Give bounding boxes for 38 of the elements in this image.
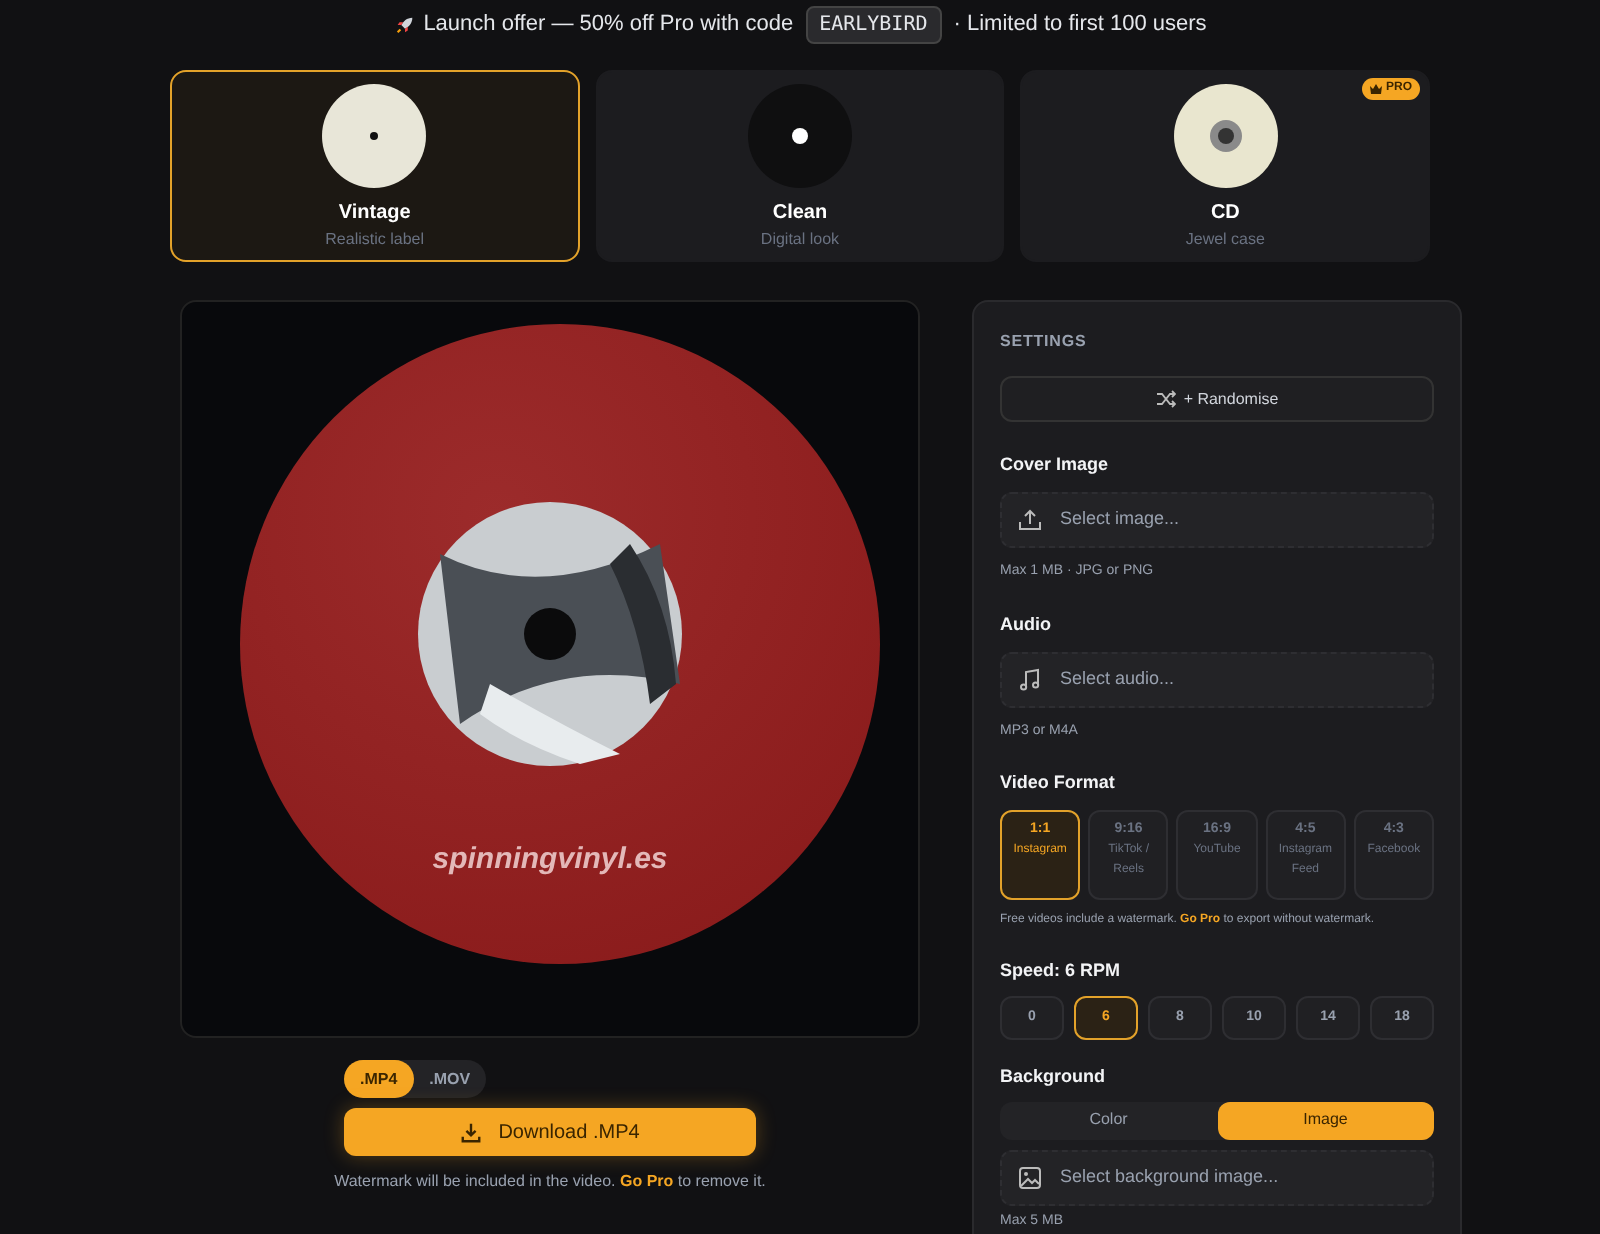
cd-icon: [1173, 84, 1278, 188]
format-toggle[interactable]: .MOV: [413, 1060, 487, 1098]
background-tab[interactable]: Color: [1000, 1101, 1217, 1139]
audio-field[interactable]: Select audio...: [1000, 651, 1434, 707]
go-pro-link[interactable]: Go Pro: [619, 1172, 674, 1190]
watermark-note: Watermark will be included in the video. Go Pro to remove it.: [334, 1170, 766, 1194]
download-button[interactable]: Download .MP4: [344, 1108, 756, 1156]
style-card[interactable]: Vintage Realistic label: [170, 70, 580, 262]
cover-image-field[interactable]: Select image...: [1000, 491, 1434, 547]
style-title: Vintage: [338, 204, 411, 224]
rocket-icon: [393, 14, 416, 36]
style-subtitle: Digital look: [760, 232, 840, 248]
banner-text: Launch offer — 50% off Pro with code: [423, 10, 794, 41]
section-label: Cover Image: [1000, 452, 1111, 478]
style-title: CD: [1210, 204, 1240, 224]
section-label: Speed: 6 RPM: [1000, 957, 1123, 984]
disc-icon: [322, 84, 427, 188]
background-tab[interactable]: Image: [1217, 1101, 1434, 1139]
format-toggle[interactable]: .MP4: [344, 1060, 414, 1098]
background-image-field[interactable]: Select background image...: [1000, 1149, 1434, 1205]
randomise-button[interactable]: + Randomise: [1000, 376, 1434, 422]
style-card[interactable]: Clean Digital look: [595, 70, 1005, 262]
download-icon: [460, 1121, 483, 1143]
style-subtitle: Jewel case: [1185, 232, 1265, 248]
promo-code: EARLYBIRD: [805, 6, 942, 44]
music-note-icon: [1018, 667, 1042, 691]
upload-icon: [1018, 507, 1042, 531]
banner-text: · Limited to first 100 users: [953, 10, 1207, 41]
section-label: Background: [1000, 1064, 1108, 1090]
style-subtitle: Realistic label: [325, 232, 424, 248]
section-label: Audio: [1000, 612, 1053, 638]
section-label: Video Format: [1000, 770, 1117, 796]
image-icon: [1018, 1165, 1042, 1189]
disc-icon: [747, 84, 852, 188]
watermark-text: spinningvinyl.es: [430, 840, 670, 880]
style-title: Clean: [772, 204, 828, 224]
settings-heading: SETTINGS: [1000, 330, 1089, 354]
shuffle-icon: [1155, 390, 1176, 408]
